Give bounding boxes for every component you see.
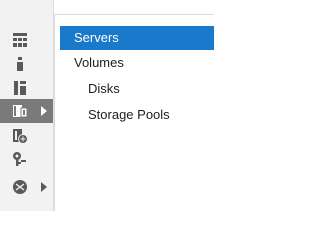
- dashboard-icon: [13, 33, 27, 47]
- rail-item-network-services[interactable]: [0, 175, 53, 199]
- tree-item-disks[interactable]: Disks: [60, 77, 214, 101]
- all-servers-icon: [14, 81, 26, 95]
- rail-item-dashboard[interactable]: [0, 28, 53, 52]
- rail-item-local-server[interactable]: [0, 52, 53, 76]
- expand-arrow-icon[interactable]: [39, 106, 49, 116]
- rail-item-all-servers[interactable]: [0, 76, 53, 100]
- rail-item-key-management[interactable]: [0, 147, 53, 171]
- tree-panel: Servers Volumes Disks Storage Pools: [54, 14, 214, 211]
- tree-item-storage-pools[interactable]: Storage Pools: [60, 103, 214, 127]
- iis-icon: [13, 129, 28, 144]
- rail-item-file-storage-services[interactable]: [0, 99, 53, 123]
- network-services-icon: [13, 180, 27, 194]
- rail-item-iis[interactable]: [0, 124, 53, 148]
- navigation-rail: [0, 0, 54, 211]
- tree-item-servers[interactable]: Servers: [60, 26, 214, 50]
- local-server-icon: [17, 57, 23, 71]
- tree-item-volumes[interactable]: Volumes: [60, 51, 214, 75]
- key-icon: [13, 152, 26, 166]
- file-storage-services-icon: [13, 105, 28, 118]
- expand-arrow-icon[interactable]: [39, 182, 49, 192]
